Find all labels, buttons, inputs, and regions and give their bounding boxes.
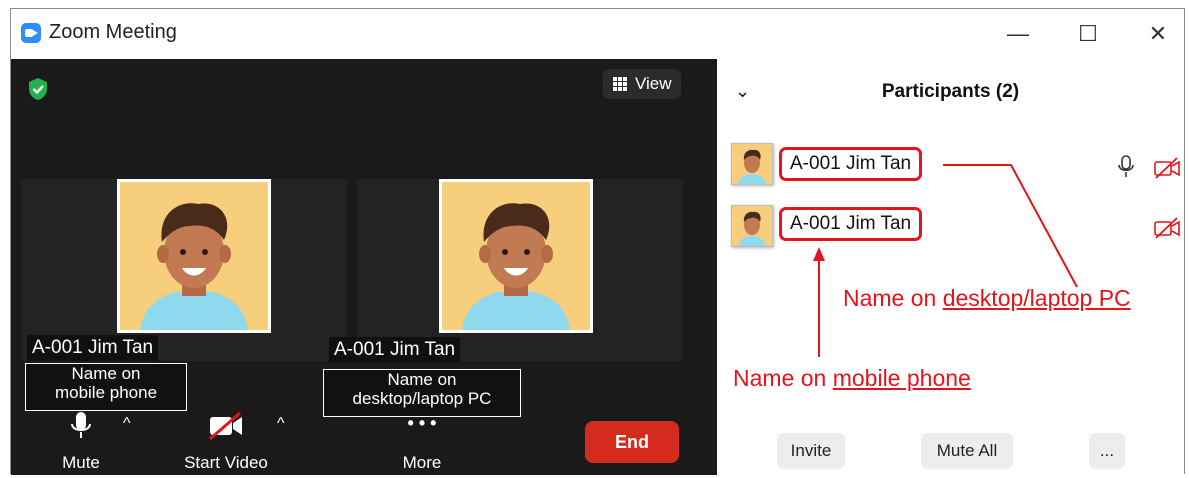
more-button[interactable]: • • • More [387, 409, 457, 472]
person-illustration-icon [120, 182, 268, 330]
video-tile-mobile[interactable]: A-001 Jim Tan [21, 179, 347, 361]
audio-options-chevron-icon[interactable]: ^ [123, 415, 131, 433]
minimize-button[interactable]: — [1001, 19, 1035, 49]
annotation-arrows [813, 164, 1078, 357]
microphone-icon [71, 412, 91, 438]
note-desktop-name: Name on desktop/laptop PC [843, 285, 1131, 312]
maximize-button[interactable]: ☐ [1071, 19, 1105, 49]
mute-all-button[interactable]: Mute All [921, 433, 1013, 469]
avatar [117, 179, 271, 333]
tile-name-label: A-001 Jim Tan [329, 337, 461, 363]
avatar [439, 179, 593, 333]
video-off-icon [209, 411, 242, 441]
more-label: More [402, 453, 442, 472]
window-title: Zoom Meeting [49, 21, 177, 43]
more-options-button[interactable]: ... [1089, 433, 1125, 469]
mute-label: Mute [62, 453, 100, 472]
video-area: View A-001 Jim Tan A-001 Jim Tan Name on… [11, 59, 717, 475]
participants-panel: ⌄ Participants (2) A-001 Jim Tan A-001 J… [717, 59, 1184, 475]
close-button[interactable]: ✕ [1141, 19, 1175, 49]
video-tile-desktop[interactable]: A-001 Jim Tan [329, 179, 683, 363]
note-mobile-prefix: Name on [733, 365, 833, 391]
annotation-mobile-name: Name on mobile phone [25, 363, 187, 411]
invite-button[interactable]: Invite [777, 433, 845, 469]
start-video-button[interactable]: Start Video [171, 409, 281, 472]
end-meeting-button[interactable]: End [585, 421, 679, 463]
mute-button[interactable]: Mute [51, 409, 111, 472]
note-desktop-underlined: desktop/laptop PC [942, 285, 1131, 311]
video-options-chevron-icon[interactable]: ^ [277, 415, 285, 433]
note-mobile-underlined: mobile phone [832, 365, 971, 391]
title-bar: Zoom Meeting — ☐ ✕ [11, 9, 1184, 59]
zoom-window: Zoom Meeting — ☐ ✕ View A-001 Jim Tan A-… [10, 8, 1185, 475]
tile-name-label: A-001 Jim Tan [27, 335, 159, 361]
note-mobile-name: Name on mobile phone [733, 365, 971, 392]
grid-icon [613, 77, 627, 91]
view-button[interactable]: View [603, 69, 681, 99]
zoom-app-icon [21, 23, 41, 43]
person-illustration-icon [442, 182, 590, 330]
note-desktop-prefix: Name on [843, 285, 943, 311]
more-dots-icon: • • • [407, 413, 437, 433]
start-video-label: Start Video [184, 453, 268, 472]
view-label: View [635, 74, 672, 93]
security-shield-icon[interactable] [27, 77, 49, 101]
